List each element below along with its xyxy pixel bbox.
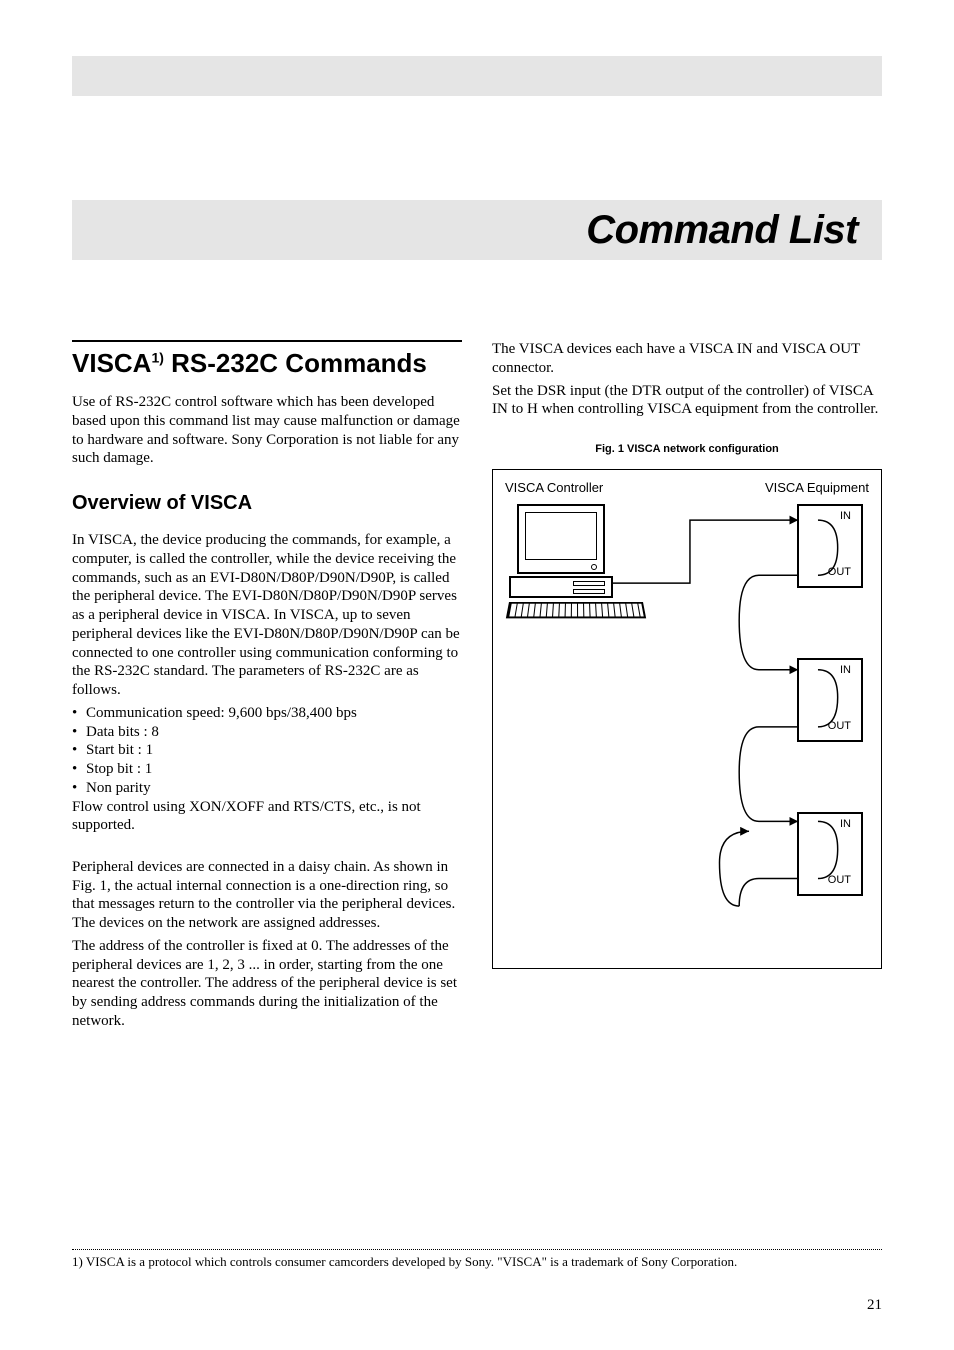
right-p1: The VISCA devices each have a VISCA IN a… bbox=[492, 340, 882, 378]
keyboard-icon bbox=[506, 602, 646, 618]
out-label: OUT bbox=[828, 720, 851, 732]
monitor-icon bbox=[517, 504, 605, 574]
footnote-text: 1) VISCA is a protocol which controls co… bbox=[72, 1254, 737, 1269]
section-title-prefix: VISCA bbox=[72, 348, 151, 378]
pc-base-icon bbox=[509, 576, 613, 598]
out-label: OUT bbox=[828, 566, 851, 578]
computer-illustration bbox=[509, 504, 649, 620]
left-column: VISCA1) RS-232C Commands Use of RS-232C … bbox=[72, 340, 462, 1035]
page-number: 21 bbox=[867, 1297, 882, 1314]
overview-p1: In VISCA, the device producing the comma… bbox=[72, 531, 462, 700]
page-title: Command List bbox=[586, 208, 858, 253]
title-band: Command List bbox=[72, 200, 882, 260]
overview-body: In VISCA, the device producing the comma… bbox=[72, 531, 462, 1031]
controller-label: VISCA Controller bbox=[505, 480, 603, 495]
list-item: Start bit : 1 bbox=[72, 741, 462, 760]
subhead-overview: Overview of VISCA bbox=[72, 492, 462, 515]
header-grey-band bbox=[72, 56, 882, 96]
content-columns: VISCA1) RS-232C Commands Use of RS-232C … bbox=[72, 340, 882, 1035]
list-item: Non parity bbox=[72, 779, 462, 798]
right-p2: Set the DSR input (the DTR output of the… bbox=[492, 382, 882, 420]
equipment-label: VISCA Equipment bbox=[765, 480, 869, 495]
list-item: Stop bit : 1 bbox=[72, 760, 462, 779]
intro-text: Use of RS-232C control software which ha… bbox=[72, 393, 462, 468]
in-label: IN bbox=[840, 664, 851, 676]
list-item: Communication speed: 9,600 bps/38,400 bp… bbox=[72, 704, 462, 723]
right-column: The VISCA devices each have a VISCA IN a… bbox=[492, 340, 882, 1035]
overview-p2: Flow control using XON/XOFF and RTS/CTS,… bbox=[72, 798, 462, 836]
section-title-sup: 1) bbox=[151, 349, 163, 365]
overview-p4: The address of the controller is fixed a… bbox=[72, 937, 462, 1031]
in-label: IN bbox=[840, 510, 851, 522]
right-intro: The VISCA devices each have a VISCA IN a… bbox=[492, 340, 882, 419]
in-label: IN bbox=[840, 818, 851, 830]
footnote: 1) VISCA is a protocol which controls co… bbox=[72, 1249, 882, 1270]
overview-p3: Peripheral devices are connected in a da… bbox=[72, 858, 462, 933]
visca-network-diagram: VISCA Controller VISCA Equipment IN OUT … bbox=[492, 469, 882, 969]
section-title-rest: RS-232C Commands bbox=[164, 348, 427, 378]
out-label: OUT bbox=[828, 874, 851, 886]
intro-paragraph: Use of RS-232C control software which ha… bbox=[72, 393, 462, 468]
rs232-params-list: Communication speed: 9,600 bps/38,400 bp… bbox=[72, 704, 462, 798]
section-title: VISCA1) RS-232C Commands bbox=[72, 340, 462, 379]
figure-caption: Fig. 1 VISCA network configuration bbox=[492, 443, 882, 455]
list-item: Data bits : 8 bbox=[72, 723, 462, 742]
